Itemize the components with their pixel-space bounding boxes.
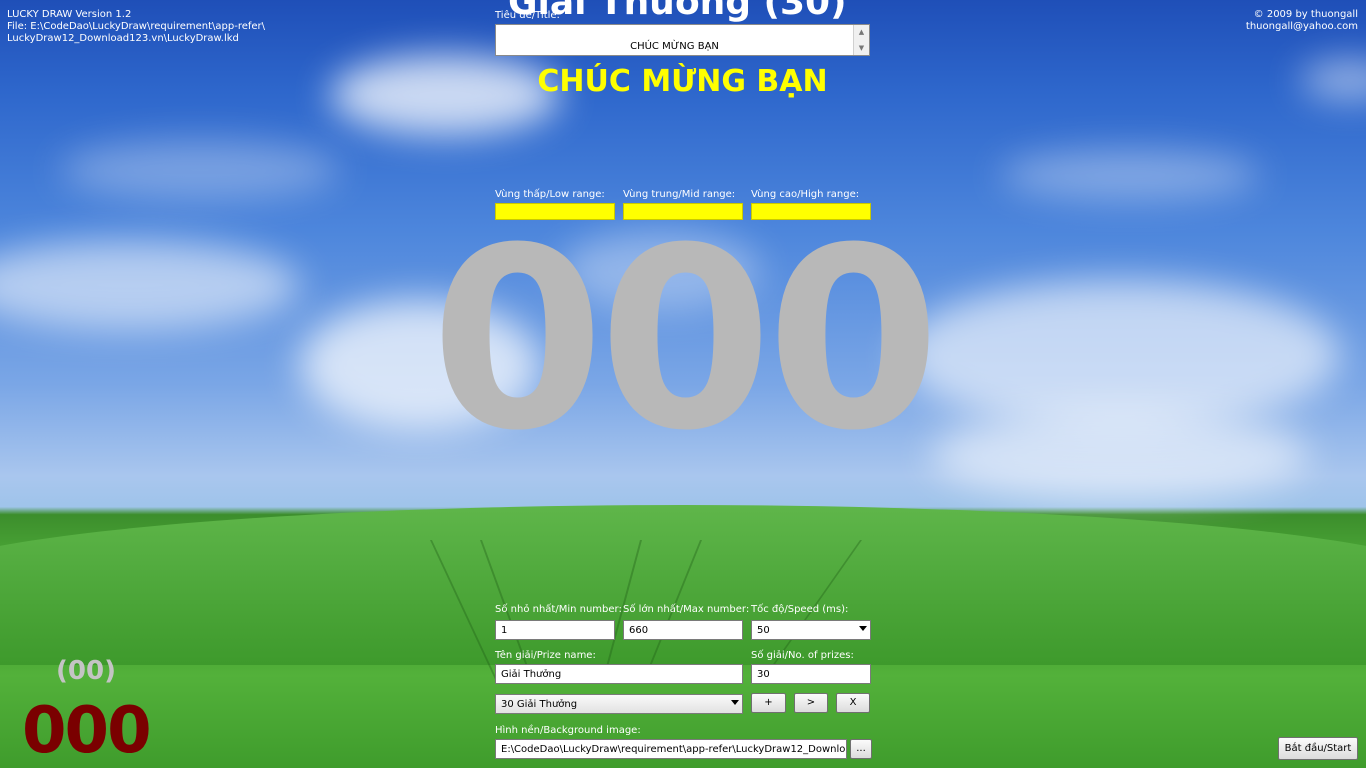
- file-path-line1: File: E:\CodeDao\LuckyDraw\requirement\a…: [7, 21, 266, 32]
- prize-counter: (00): [56, 656, 116, 686]
- next-prize-button[interactable]: >: [794, 693, 828, 713]
- max-number-label: Số lớn nhất/Max number:: [623, 604, 750, 615]
- prize-name-label: Tên giải/Prize name:: [495, 650, 596, 661]
- title-input[interactable]: CHÚC MỪNG BẠN ▲ ▼: [495, 24, 870, 56]
- author-email: thuongall@yahoo.com: [1245, 21, 1358, 32]
- prize-select-value: 30 Giải Thưởng: [501, 699, 578, 710]
- prize-count-label: Số giải/No. of prizes:: [751, 650, 854, 661]
- title-input-value: CHÚC MỪNG BẠN: [630, 41, 719, 52]
- title-scrollbar[interactable]: ▲ ▼: [853, 25, 869, 55]
- credits: © 2009 by thuongall thuongall@yahoo.com: [1246, 9, 1358, 33]
- chevron-down-icon[interactable]: [859, 626, 867, 631]
- congrats-text: CHÚC MỪNG BẠN: [537, 64, 828, 99]
- add-prize-button[interactable]: +: [751, 693, 786, 713]
- scroll-up-icon[interactable]: ▲: [854, 25, 869, 39]
- scroll-down-icon[interactable]: ▼: [854, 41, 869, 55]
- browse-button[interactable]: ...: [850, 739, 872, 759]
- file-path-line2: LuckyDraw12_Download123.vn\LuckyDraw.lkd: [7, 33, 239, 44]
- app-info: LUCKY DRAW Version 1.2 File: E:\CodeDao\L…: [7, 9, 265, 45]
- prize-count-input[interactable]: 30: [751, 664, 871, 684]
- draw-number: 000: [430, 194, 941, 485]
- min-number-input[interactable]: 1: [495, 620, 615, 640]
- start-button[interactable]: Bắt đầu/Start: [1278, 737, 1358, 760]
- chevron-down-icon[interactable]: [731, 700, 739, 705]
- remove-prize-button[interactable]: X: [836, 693, 870, 713]
- speed-select[interactable]: 50: [751, 620, 871, 640]
- app-version: LUCKY DRAW Version 1.2: [7, 9, 132, 20]
- speed-select-value: 50: [757, 625, 770, 636]
- background-image-input[interactable]: E:\CodeDao\LuckyDraw\requirement\app-ref…: [495, 739, 847, 759]
- speed-label: Tốc độ/Speed (ms):: [751, 604, 849, 615]
- title-label: Tiêu đề/Title:: [495, 10, 560, 21]
- copyright: © 2009 by thuongall: [1253, 9, 1358, 20]
- prize-name-input[interactable]: Giải Thưởng: [495, 664, 743, 684]
- prize-select[interactable]: 30 Giải Thưởng: [495, 694, 743, 714]
- min-number-label: Số nhỏ nhất/Min number:: [495, 604, 622, 615]
- max-number-input[interactable]: 660: [623, 620, 743, 640]
- winner-number: 000: [22, 694, 152, 768]
- background-image-label: Hình nền/Background image:: [495, 725, 641, 736]
